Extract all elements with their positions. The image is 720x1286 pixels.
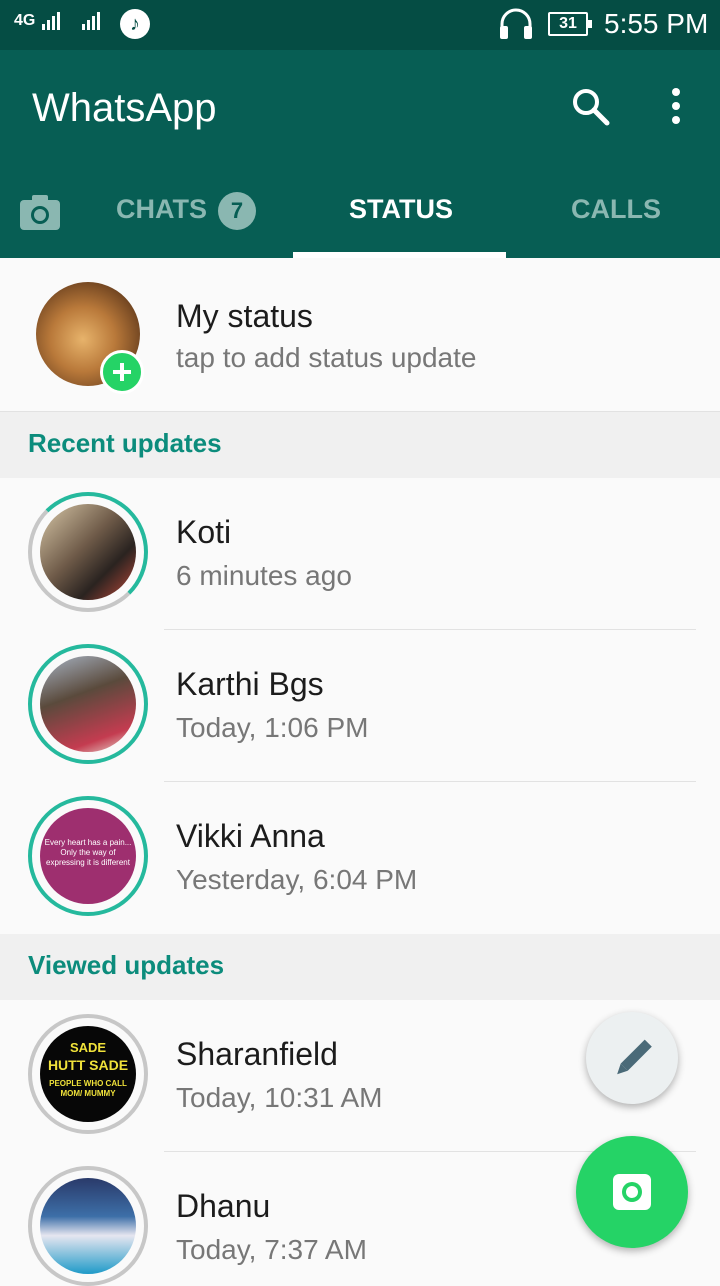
system-status-bar: 4G ♪ 31 5:55 PM	[0, 0, 720, 50]
pencil-icon	[617, 1039, 652, 1075]
status-item[interactable]: Karthi Bgs Today, 1:06 PM	[0, 630, 720, 782]
music-icon: ♪	[120, 9, 150, 39]
status-time: Yesterday, 6:04 PM	[176, 864, 418, 895]
network-type-label: 4G	[14, 12, 36, 30]
app-title: WhatsApp	[32, 86, 217, 130]
avatar	[40, 1178, 136, 1274]
avatar: Every heart has a pain... Only the way o…	[40, 808, 136, 904]
text-status-button[interactable]	[586, 1012, 678, 1104]
status-ring	[28, 644, 148, 764]
tab-status[interactable]: STATUS	[349, 194, 453, 225]
my-status-title: My status	[176, 298, 313, 334]
contact-name: Sharanfield	[176, 1036, 338, 1072]
status-ring	[28, 492, 148, 612]
app-bar: WhatsApp CHATS 7 STATUS CALLS	[0, 50, 720, 258]
section-title: Viewed updates	[28, 950, 225, 980]
section-header-recent: Recent updates	[0, 412, 720, 478]
more-vert-icon[interactable]	[666, 86, 686, 126]
status-time: Today, 7:37 AM	[176, 1234, 367, 1265]
status-ring	[28, 1166, 148, 1286]
contact-name: Vikki Anna	[176, 818, 325, 854]
tab-calls[interactable]: CALLS	[571, 194, 661, 225]
search-icon[interactable]	[570, 86, 610, 126]
status-time: 6 minutes ago	[176, 560, 352, 591]
my-status-subtitle: tap to add status update	[176, 342, 477, 373]
section-title: Recent updates	[28, 428, 222, 458]
thumb-text: SADE	[69, 1040, 107, 1055]
headset-icon	[500, 8, 532, 39]
chats-unread-badge: 7	[218, 192, 256, 230]
contact-name: Karthi Bgs	[176, 666, 324, 702]
add-icon[interactable]	[100, 350, 144, 394]
status-item[interactable]: Koti 6 minutes ago	[0, 478, 720, 630]
thumb-text: PEOPLE WHO CALL MOM/ MUMMY	[49, 1079, 127, 1098]
status-ring: Every heart has a pain... Only the way o…	[28, 796, 148, 916]
avatar	[40, 504, 136, 600]
tab-chats[interactable]: CHATS	[116, 194, 207, 225]
camera-fab-icon	[613, 1174, 651, 1210]
tab-bar: CHATS 7 STATUS CALLS	[0, 180, 720, 258]
signal-bars-icon	[41, 12, 100, 30]
signal-indicator: 4G	[14, 10, 120, 32]
contact-name: Koti	[176, 514, 232, 550]
clock: 5:55 PM	[604, 8, 709, 39]
contact-name: Dhanu	[176, 1188, 271, 1224]
status-ring: SADE HUTT SADE PEOPLE WHO CALL MOM/ MUMM…	[28, 1014, 148, 1134]
battery-icon: 31	[548, 12, 592, 36]
status-time: Today, 10:31 AM	[176, 1082, 383, 1113]
camera-icon[interactable]	[18, 192, 62, 232]
avatar: SADE HUTT SADE PEOPLE WHO CALL MOM/ MUMM…	[40, 1026, 136, 1122]
section-header-viewed: Viewed updates	[0, 934, 720, 1000]
status-item[interactable]: Every heart has a pain... Only the way o…	[0, 782, 720, 934]
thumb-text: HUTT SADE	[47, 1057, 129, 1073]
status-time: Today, 1:06 PM	[176, 712, 369, 743]
avatar	[40, 656, 136, 752]
my-status-row[interactable]: My status tap to add status update	[0, 258, 720, 412]
camera-status-button[interactable]	[576, 1136, 688, 1248]
